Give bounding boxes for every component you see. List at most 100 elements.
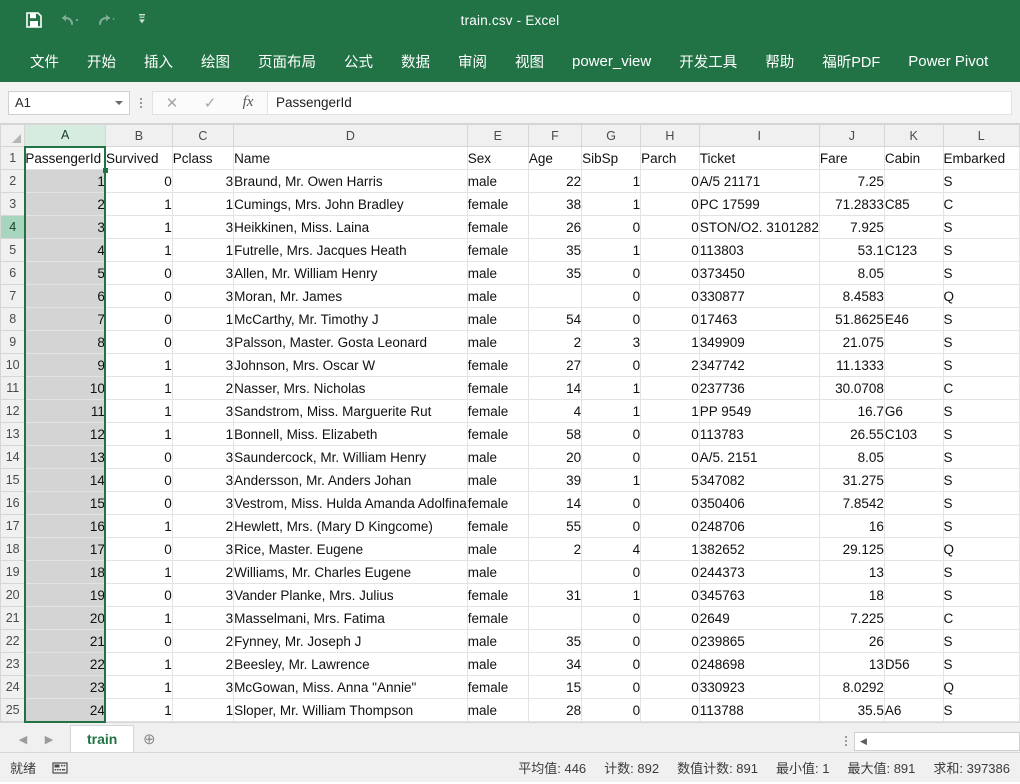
horizontal-scrollbar[interactable]: ◀ — [854, 731, 1020, 751]
cell-J2[interactable]: 7.25 — [819, 169, 885, 193]
cell-B25[interactable]: 1 — [105, 698, 173, 722]
cell-L8[interactable]: S — [943, 307, 1020, 331]
cell-I5[interactable]: 113803 — [699, 238, 820, 262]
cell-I8[interactable]: 17463 — [699, 307, 820, 331]
cell-H18[interactable]: 1 — [640, 537, 700, 561]
chevron-down-icon[interactable] — [115, 100, 123, 105]
cell-A11[interactable]: 10 — [24, 376, 106, 400]
cell-E4[interactable]: female — [467, 215, 529, 239]
cell-D3[interactable]: Cumings, Mrs. John Bradley — [233, 192, 468, 216]
cell-F19[interactable] — [528, 560, 583, 584]
cell-E8[interactable]: male — [467, 307, 529, 331]
cell-A4[interactable]: 3 — [24, 215, 106, 239]
cell-G22[interactable]: 0 — [581, 629, 642, 653]
cell-G5[interactable]: 1 — [581, 238, 642, 262]
ribbon-tab-review[interactable]: 审阅 — [444, 47, 501, 76]
cell-L24[interactable]: Q — [943, 675, 1020, 699]
cell-J17[interactable]: 16 — [819, 514, 885, 538]
cell-D13[interactable]: Bonnell, Miss. Elizabeth — [233, 422, 468, 446]
cell-G18[interactable]: 4 — [581, 537, 642, 561]
cell-A20[interactable]: 19 — [24, 583, 106, 607]
cell-I22[interactable]: 239865 — [699, 629, 820, 653]
column-header-f[interactable]: F — [527, 124, 583, 147]
cell-H10[interactable]: 2 — [640, 353, 700, 377]
cell-D20[interactable]: Vander Planke, Mrs. Julius — [233, 583, 468, 607]
cell-K17[interactable] — [884, 514, 944, 538]
row-header-5[interactable]: 5 — [0, 238, 26, 262]
cell-J6[interactable]: 8.05 — [819, 261, 885, 285]
cell-B4[interactable]: 1 — [105, 215, 173, 239]
cell-A22[interactable]: 21 — [24, 629, 106, 653]
cell-D25[interactable]: Sloper, Mr. William Thompson — [233, 698, 468, 722]
cell-E14[interactable]: male — [467, 445, 529, 469]
cell-D12[interactable]: Sandstrom, Miss. Marguerite Rut — [233, 399, 468, 423]
cell-F1[interactable]: Age — [528, 146, 583, 170]
formula-input[interactable]: PassengerId — [268, 90, 1012, 115]
row-header-12[interactable]: 12 — [0, 399, 26, 423]
cell-E18[interactable]: male — [467, 537, 529, 561]
column-header-g[interactable]: G — [581, 124, 642, 147]
cell-C2[interactable]: 3 — [172, 169, 235, 193]
status-sum[interactable]: 求和: 397386 — [933, 758, 1010, 777]
cell-K20[interactable] — [884, 583, 944, 607]
sheet-tab-train[interactable]: train — [70, 725, 135, 752]
cell-K19[interactable] — [884, 560, 944, 584]
column-header-e[interactable]: E — [466, 124, 529, 147]
cell-L3[interactable]: C — [943, 192, 1020, 216]
cell-K16[interactable] — [884, 491, 944, 515]
cell-B3[interactable]: 1 — [105, 192, 173, 216]
cell-I20[interactable]: 345763 — [699, 583, 820, 607]
cell-G11[interactable]: 1 — [581, 376, 642, 400]
row-header-7[interactable]: 7 — [0, 284, 26, 308]
cell-B2[interactable]: 0 — [105, 169, 173, 193]
cell-J14[interactable]: 8.05 — [819, 445, 885, 469]
cell-G24[interactable]: 0 — [581, 675, 642, 699]
cell-J9[interactable]: 21.075 — [819, 330, 885, 354]
cell-D22[interactable]: Fynney, Mr. Joseph J — [233, 629, 468, 653]
cell-H3[interactable]: 0 — [640, 192, 700, 216]
cell-L16[interactable]: S — [943, 491, 1020, 515]
cell-K1[interactable]: Cabin — [884, 146, 944, 170]
cell-J15[interactable]: 31.275 — [819, 468, 885, 492]
cell-B1[interactable]: Survived — [105, 146, 173, 170]
cell-E17[interactable]: female — [467, 514, 529, 538]
cell-L1[interactable]: Embarked — [943, 146, 1020, 170]
cell-J24[interactable]: 8.0292 — [819, 675, 885, 699]
cell-G7[interactable]: 0 — [581, 284, 642, 308]
cell-D23[interactable]: Beesley, Mr. Lawrence — [233, 652, 468, 676]
cell-H21[interactable]: 0 — [640, 606, 700, 630]
cell-H2[interactable]: 0 — [640, 169, 700, 193]
cell-J4[interactable]: 7.925 — [819, 215, 885, 239]
cell-K22[interactable] — [884, 629, 944, 653]
cell-D15[interactable]: Andersson, Mr. Anders Johan — [233, 468, 468, 492]
cell-H12[interactable]: 1 — [640, 399, 700, 423]
row-header-17[interactable]: 17 — [0, 514, 26, 538]
cell-I17[interactable]: 248706 — [699, 514, 820, 538]
cell-L10[interactable]: S — [943, 353, 1020, 377]
cell-G6[interactable]: 0 — [581, 261, 642, 285]
cell-E13[interactable]: female — [467, 422, 529, 446]
cell-I6[interactable]: 373450 — [699, 261, 820, 285]
cell-J22[interactable]: 26 — [819, 629, 885, 653]
cell-A10[interactable]: 9 — [24, 353, 106, 377]
cell-G13[interactable]: 0 — [581, 422, 642, 446]
cell-L25[interactable]: S — [943, 698, 1020, 722]
cell-C20[interactable]: 3 — [172, 583, 235, 607]
cell-K11[interactable] — [884, 376, 944, 400]
cell-G3[interactable]: 1 — [581, 192, 642, 216]
cell-C17[interactable]: 2 — [172, 514, 235, 538]
cell-D8[interactable]: McCarthy, Mr. Timothy J — [233, 307, 468, 331]
cell-K13[interactable]: C103 — [884, 422, 944, 446]
cell-B22[interactable]: 0 — [105, 629, 173, 653]
cell-L13[interactable]: S — [943, 422, 1020, 446]
row-header-22[interactable]: 22 — [0, 629, 26, 653]
row-header-25[interactable]: 25 — [0, 698, 26, 722]
row-header-15[interactable]: 15 — [0, 468, 26, 492]
cell-F13[interactable]: 58 — [528, 422, 583, 446]
row-header-6[interactable]: 6 — [0, 261, 26, 285]
cell-B15[interactable]: 0 — [105, 468, 173, 492]
cell-I4[interactable]: STON/O2. 3101282 — [699, 215, 820, 239]
cell-I3[interactable]: PC 17599 — [699, 192, 820, 216]
ribbon-tab-power-pivot[interactable]: Power Pivot — [894, 49, 1002, 74]
cell-D11[interactable]: Nasser, Mrs. Nicholas — [233, 376, 468, 400]
